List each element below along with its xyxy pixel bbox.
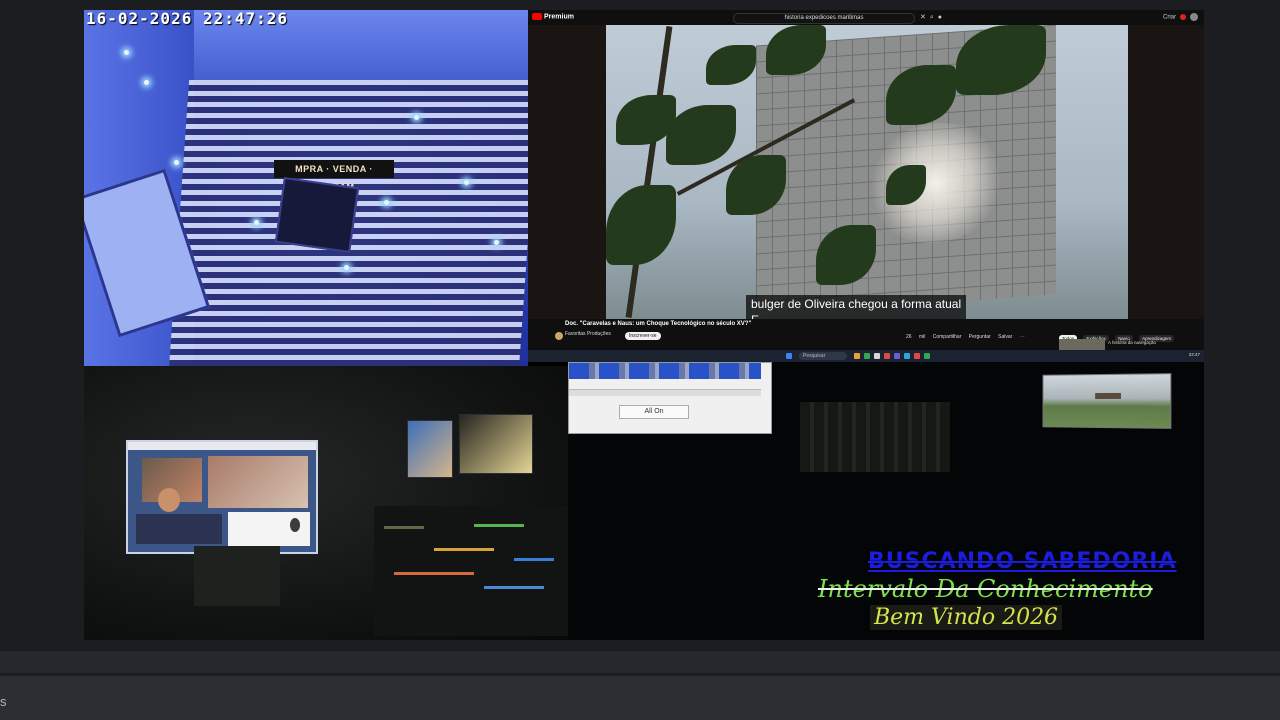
share-button[interactable]: Compartilhar [933,334,962,340]
mixer-channel [384,526,424,529]
camera-sign: MPRA · VENDA · LOTSAM [274,160,394,192]
header-right: Criar [1163,13,1198,21]
video-letterbox-right [1128,25,1204,319]
mic-icon[interactable]: ● [938,14,946,21]
logo-text: Premium [544,13,574,21]
browser-window: Premium historia expedicoes maritimas ✕⌕… [528,10,1204,362]
subtitle-line: bulger de Oliveira chegou a forma atual [751,297,962,311]
search-input[interactable]: historia expedicoes maritimas [733,13,915,24]
mixer-channel [434,548,494,551]
video-actions: 26 mil Compartilhar Perguntar Salvar ⋯ [906,334,1025,340]
app-icon[interactable] [864,353,870,359]
monitor [407,420,453,478]
tv-screen [1042,373,1172,429]
fairy-light [494,240,499,245]
dark-room-feed: All On BUSCANDO SABEDORIA Intervalo Da C… [568,362,1204,640]
search-icon[interactable]: ⌕ [930,14,938,21]
microphone [290,518,300,532]
app-icon[interactable] [854,353,860,359]
start-icon[interactable] [786,353,792,359]
mixer-channel [394,572,474,575]
control-dialog: All On [568,362,772,434]
leaf [706,45,756,85]
fairy-light [414,115,419,120]
avatar[interactable] [1190,13,1198,21]
fairy-light [174,160,179,165]
leaf [666,105,736,165]
like-button[interactable]: 26 mil [906,334,925,340]
channel-avatar[interactable] [555,332,563,340]
play-logo-icon [532,13,542,20]
text-overlay: BUSCANDO SABEDORIA Intervalo Da Conhecim… [818,545,1178,635]
mixer-channel [474,524,524,527]
youtube-logo[interactable]: Premium [532,13,574,22]
screen-video [208,456,308,508]
desk [194,546,280,606]
edge-label: s [0,694,7,709]
fairy-light [464,180,469,185]
fairy-light [384,200,389,205]
video-subtitles: bulger de Oliveira chegou a forma atual … [746,295,967,319]
player-control-bar [0,651,1280,673]
youtube-header: Premium historia expedicoes maritimas ✕⌕… [528,10,1204,25]
dialog-preview [569,363,761,379]
fairy-light [144,80,149,85]
dark-window [800,402,950,472]
save-button[interactable]: Salvar [998,334,1012,340]
studio-room-feed [84,366,568,640]
mixer-channel [484,586,544,589]
video-player[interactable]: bulger de Oliveira chegou a forma atual … [606,25,1128,319]
subscribe-button[interactable]: Inscrever-se [625,332,661,340]
camera-timestamp: 16-02-2026 22:47:26 [86,10,289,28]
fairy-light [254,220,259,225]
monitor [459,414,533,474]
fairy-light [124,50,129,55]
video-letterbox-left [528,25,606,319]
mixer-channel [514,558,554,561]
channel-name[interactable]: Favoritas Produções [565,331,611,337]
fairy-light [344,265,349,270]
clear-icon[interactable]: ✕ [920,14,930,21]
windows-taskbar: Pesquisar 22:47 [528,350,1204,362]
tree-branch [625,26,673,318]
leaf [606,185,676,265]
all-on-button[interactable]: All On [619,405,689,419]
taskbar-clock: 22:47 [1188,352,1200,357]
ask-button[interactable]: Perguntar [969,334,991,340]
dialog-scrollbar[interactable] [569,389,761,396]
app-icon[interactable] [884,353,890,359]
app-icon[interactable] [874,353,880,359]
screen-face [158,488,180,512]
projector-screen [126,440,318,554]
screen-browser-bar [128,442,316,450]
suggested-video-title[interactable]: A história da navegação [1108,340,1168,345]
app-icon[interactable] [914,353,920,359]
notification-bell-icon[interactable] [1180,14,1186,20]
overlay-welcome: Bem Vindo 2026 [870,605,1063,630]
camera-hanging-box [274,177,360,253]
app-icon[interactable] [924,353,930,359]
create-button[interactable]: Criar [1163,15,1176,21]
app-icon[interactable] [904,353,910,359]
overlay-title: BUSCANDO SABEDORIA [868,549,1177,574]
app-bottom-panel [0,676,1280,720]
more-button[interactable]: ⋯ [1020,334,1025,340]
video-mosaic: MPRA · VENDA · LOTSAM 16-02-2026 22:47:2… [84,10,1204,640]
video-title: Doc. "Caravelas e Naus: um Choque Tecnol… [565,321,752,327]
screen-panel [136,514,222,544]
subtitle-line: E [751,312,961,319]
tv-content [1095,392,1121,400]
overlay-subtitle: Intervalo Da Conhecimento [818,575,1153,603]
search-actions: ✕⌕● [920,13,946,22]
security-camera-feed: MPRA · VENDA · LOTSAM 16-02-2026 22:47:2… [84,10,528,366]
app-icon[interactable] [894,353,900,359]
taskbar-search[interactable]: Pesquisar [799,352,847,360]
mixer-desk [374,506,568,636]
